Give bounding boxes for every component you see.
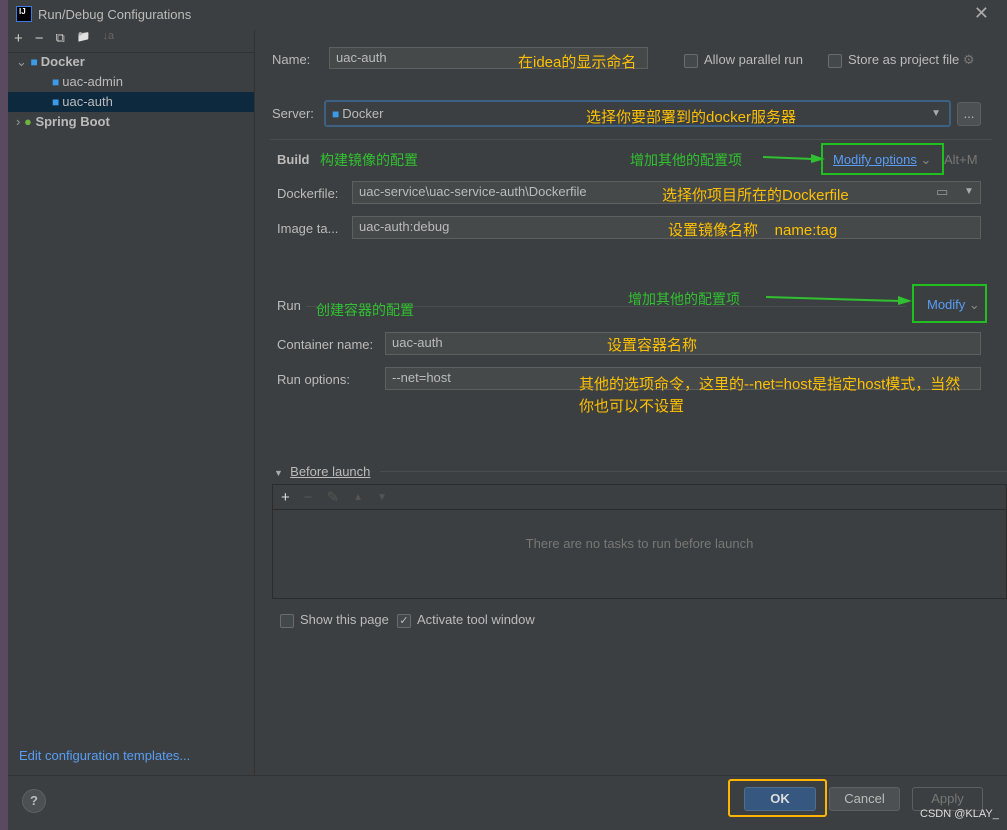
close-icon[interactable]: ✕ — [974, 3, 989, 24]
help-button[interactable]: ? — [22, 789, 46, 813]
watermark: CSDN @KLAY_ — [920, 808, 999, 820]
tree-item-docker[interactable]: ⌄ ■ Docker — [8, 52, 254, 72]
annotation: 增加其他的配置项 — [630, 152, 742, 168]
annotation: 在idea的显示命名 — [518, 54, 637, 71]
docker-icon: ■ — [52, 95, 60, 109]
store-project-checkbox[interactable]: Store as project file ⚙ — [828, 52, 975, 68]
annotation-arrow — [766, 296, 912, 305]
docker-icon: ■ — [30, 55, 38, 69]
container-name-label: Container name: — [277, 337, 374, 352]
docker-icon: ■ — [52, 75, 60, 89]
remove-icon[interactable]: − — [304, 489, 313, 506]
build-section-label: Build — [277, 152, 310, 167]
remove-icon[interactable]: − — [35, 30, 44, 47]
image-tag-label: Image ta... — [277, 221, 339, 236]
add-icon[interactable]: + — [281, 489, 290, 506]
tree-item-uac-admin[interactable]: ■ uac-admin — [8, 72, 254, 92]
move-down-icon[interactable]: ▼ — [377, 492, 387, 503]
ok-button[interactable]: OK — [744, 787, 816, 811]
run-debug-dialog: IJ Run/Debug Configurations ✕ + − ⧉ 📁 ↓a… — [8, 0, 1007, 830]
show-page-checkbox[interactable]: Show this page — [280, 612, 389, 628]
gear-icon: ⚙ — [962, 52, 975, 67]
triangle-down-icon: ▼ — [274, 468, 283, 478]
annotation: 选择你要部署到的docker服务器 — [586, 109, 797, 126]
before-launch-panel: + − ✎ ▲ ▼ There are no tasks to run befo… — [272, 484, 1007, 599]
copy-icon[interactable]: ⧉ — [56, 30, 65, 47]
tree-item-uac-auth[interactable]: ■ uac-auth — [8, 92, 254, 112]
server-label: Server: — [272, 106, 314, 121]
modify-options-link[interactable]: Modify options ⌄ — [833, 152, 931, 168]
spring-boot-icon: ● — [23, 114, 32, 129]
folder-icon[interactable]: ▭ — [936, 184, 948, 200]
annotation: 你也可以不设置 — [579, 398, 685, 415]
activate-tool-window-checkbox[interactable]: ✓ Activate tool window — [397, 612, 535, 628]
before-launch-toggle[interactable]: ▼ Before launch — [274, 464, 370, 479]
image-tag-input[interactable]: uac-auth:debug — [352, 216, 981, 239]
move-up-icon[interactable]: ▲ — [353, 492, 363, 503]
dockerfile-label: Dockerfile: — [277, 186, 339, 201]
tree-item-spring-boot[interactable]: › ● Spring Boot — [8, 112, 254, 132]
run-section-label: Run — [277, 298, 301, 313]
chevron-right-icon: › — [16, 114, 24, 129]
annotation: 选择你项目所在的Dockerfile — [662, 187, 849, 204]
docker-icon: ■ — [332, 107, 340, 121]
name-label: Name: — [272, 52, 311, 67]
shortcut-hint: Alt+M — [944, 152, 978, 167]
empty-tasks-text: There are no tasks to run before launch — [525, 536, 754, 551]
annotation: 增加其他的配置项 — [628, 291, 740, 307]
annotation: 创建容器的配置 — [316, 302, 414, 318]
folder-add-icon[interactable]: 📁 — [77, 30, 91, 47]
sort-icon[interactable]: ↓a — [103, 30, 115, 47]
dropdown-arrow-icon[interactable]: ▼ — [964, 186, 974, 197]
intellij-logo: IJ — [16, 6, 32, 22]
allow-parallel-checkbox[interactable]: Allow parallel run — [684, 52, 803, 68]
dialog-title: Run/Debug Configurations — [38, 7, 192, 22]
server-more-button[interactable]: ... — [957, 102, 981, 126]
chevron-down-icon: ⌄ — [16, 54, 31, 69]
edit-icon[interactable]: ✎ — [327, 488, 340, 506]
run-options-label: Run options: — [277, 372, 350, 387]
sidebar: + − ⧉ 📁 ↓a ⌄ ■ Docker ■ uac-admin ■ uac-aut… — [8, 30, 255, 775]
annotation: 构建镜像的配置 — [320, 152, 418, 168]
cancel-button[interactable]: Cancel — [829, 787, 900, 811]
annotation-arrow — [763, 154, 825, 163]
add-icon[interactable]: + — [14, 30, 23, 47]
edit-templates-link[interactable]: Edit configuration templates... — [19, 748, 190, 763]
annotation: 其他的选项命令，这里的--net=host是指定host模式，当然 — [579, 376, 961, 393]
annotation: 设置镜像名称 name:tag — [668, 222, 838, 239]
dropdown-arrow-icon: ▼ — [931, 108, 941, 119]
run-modify-link[interactable]: Modify ⌄ — [927, 297, 980, 313]
annotation: 设置容器名称 — [607, 337, 698, 354]
